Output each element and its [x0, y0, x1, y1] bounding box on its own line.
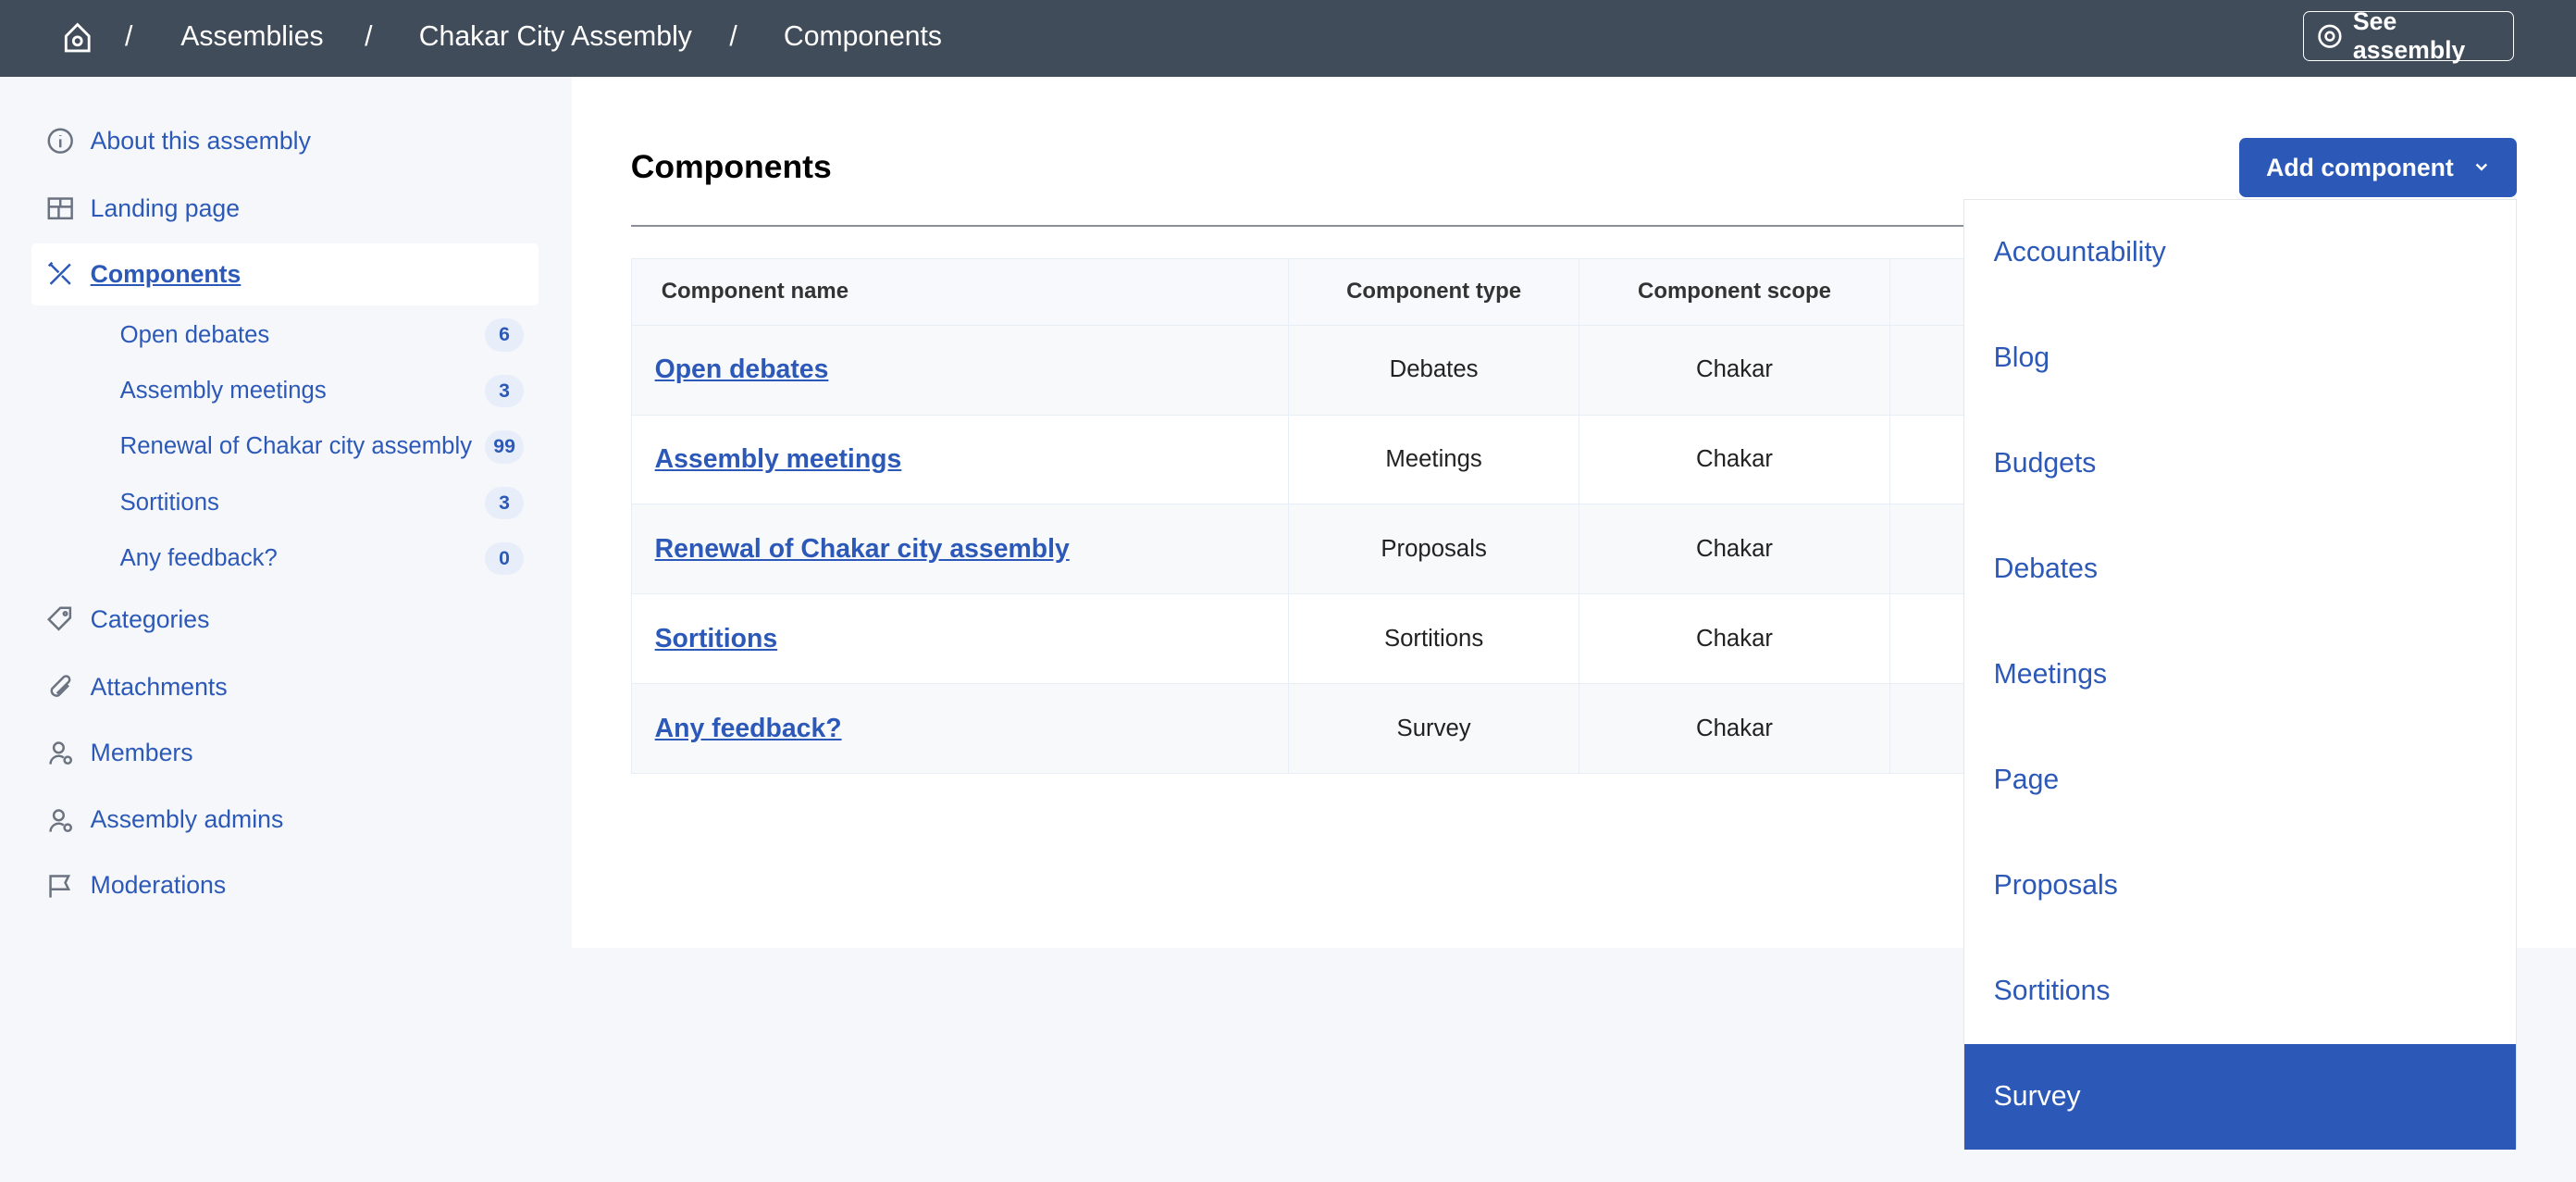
sidebar-item-label: Components: [90, 259, 242, 288]
sidebar-item-components[interactable]: Components: [31, 243, 539, 306]
sidebar-item-about[interactable]: About this assembly: [31, 110, 539, 172]
count-badge: 0: [484, 541, 525, 576]
column-header: Component type: [1287, 257, 1580, 326]
menu-item-page[interactable]: Page: [1964, 728, 2516, 833]
subitem-label: Assembly meetings: [119, 378, 327, 404]
sidebar-subitem[interactable]: Renewal of Chakar city assembly 99: [120, 430, 525, 464]
sidebar-item-label: Members: [90, 738, 193, 766]
component-type: Debates: [1287, 324, 1580, 416]
sidebar-subitem[interactable]: Any feedback? 0: [119, 541, 525, 576]
menu-item-debates[interactable]: Debates: [1964, 516, 2516, 622]
breadcrumb-assembly[interactable]: Chakar City Assembly: [419, 21, 692, 53]
page-title: Components: [630, 147, 832, 185]
add-component-button[interactable]: Add component: [2239, 138, 2518, 198]
user-gear-icon: [49, 741, 73, 765]
add-component-label: Add component: [2266, 153, 2454, 181]
component-scope: Chakar: [1579, 593, 1890, 685]
flag-icon: [49, 875, 71, 898]
breadcrumb-separator: /: [124, 21, 133, 53]
menu-item-sortitions[interactable]: Sortitions: [1964, 939, 2516, 1044]
see-assembly-button[interactable]: See assembly: [2303, 7, 2514, 64]
breadcrumb-separator: /: [365, 21, 373, 53]
sidebar-item-landing-page[interactable]: Landing page: [31, 178, 539, 240]
menu-item-blog[interactable]: Blog: [1964, 305, 2516, 411]
sidebar-item-attachments[interactable]: Attachments: [31, 655, 539, 717]
top-bar: / Assemblies / Chakar City Assembly / Co…: [0, 0, 2576, 78]
count-badge: 99: [484, 430, 525, 464]
column-header: Component name: [630, 257, 1289, 326]
sidebar-subitem[interactable]: Open debates 6: [120, 318, 525, 352]
menu-item-survey[interactable]: Survey: [1963, 1043, 2517, 1150]
sidebar-item-assembly-admins[interactable]: Assembly admins: [31, 789, 539, 851]
sidebar-subitem[interactable]: Assembly meetings 3: [119, 374, 525, 408]
breadcrumb-components: Components: [783, 21, 942, 53]
component-link[interactable]: Any feedback?: [655, 714, 842, 743]
eye-icon: [2318, 24, 2342, 48]
count-badge: 6: [484, 318, 525, 352]
sidebar-subitem[interactable]: Sortitions 3: [119, 486, 525, 520]
sidebar-item-label: Attachments: [90, 672, 228, 701]
tools-icon: [48, 262, 72, 286]
sidebar: About this assembly Landing page Compone…: [0, 77, 570, 1181]
subitem-label: Renewal of Chakar city assembly: [119, 433, 473, 460]
see-assembly-label: See assembly: [2352, 7, 2466, 65]
sidebar-item-label: Landing page: [90, 193, 241, 222]
component-type: Meetings: [1287, 414, 1580, 505]
count-badge: 3: [484, 486, 525, 520]
user-gear-icon: [49, 809, 73, 832]
component-link[interactable]: Assembly meetings: [655, 444, 902, 474]
sidebar-item-moderations[interactable]: Moderations: [31, 854, 539, 916]
subitem-label: Sortitions: [119, 489, 219, 516]
column-header: Component scope: [1579, 257, 1890, 326]
menu-item-proposals[interactable]: Proposals: [1964, 833, 2516, 939]
sidebar-item-categories[interactable]: Categories: [31, 589, 539, 651]
component-link[interactable]: Open debates: [655, 355, 829, 384]
home-icon[interactable]: [61, 21, 94, 55]
component-link[interactable]: Renewal of Chakar city assembly: [655, 534, 1070, 564]
component-link[interactable]: Sortitions: [655, 624, 778, 653]
chevron-down-icon: [2475, 163, 2488, 171]
menu-item-meetings[interactable]: Meetings: [1964, 622, 2516, 728]
tag-icon: [47, 606, 72, 631]
sidebar-item-label: Assembly admins: [90, 805, 284, 834]
component-scope: Chakar: [1579, 324, 1890, 416]
menu-item-accountability[interactable]: Accountability: [1964, 200, 2516, 305]
component-type: Survey: [1287, 683, 1580, 774]
component-scope: Chakar: [1579, 414, 1890, 505]
layout-icon: [48, 197, 74, 220]
add-component-menu: Accountability Blog Budgets Debates Meet…: [1963, 198, 2518, 1150]
component-scope: Chakar: [1579, 504, 1890, 595]
breadcrumb-assemblies[interactable]: Assemblies: [180, 21, 323, 53]
sidebar-item-label: Moderations: [90, 871, 227, 900]
component-type: Sortitions: [1287, 593, 1580, 685]
sidebar-item-label: About this assembly: [90, 127, 311, 156]
component-scope: Chakar: [1579, 683, 1890, 774]
breadcrumb-separator: /: [729, 21, 737, 53]
sidebar-item-label: Categories: [90, 604, 210, 633]
component-type: Proposals: [1287, 504, 1580, 595]
subitem-label: Any feedback?: [119, 545, 278, 572]
menu-item-budgets[interactable]: Budgets: [1964, 411, 2516, 516]
count-badge: 3: [484, 374, 525, 408]
subitem-label: Open debates: [119, 321, 270, 348]
paperclip-icon: [51, 675, 71, 697]
sidebar-item-members[interactable]: Members: [31, 721, 539, 783]
info-icon: [48, 129, 74, 155]
